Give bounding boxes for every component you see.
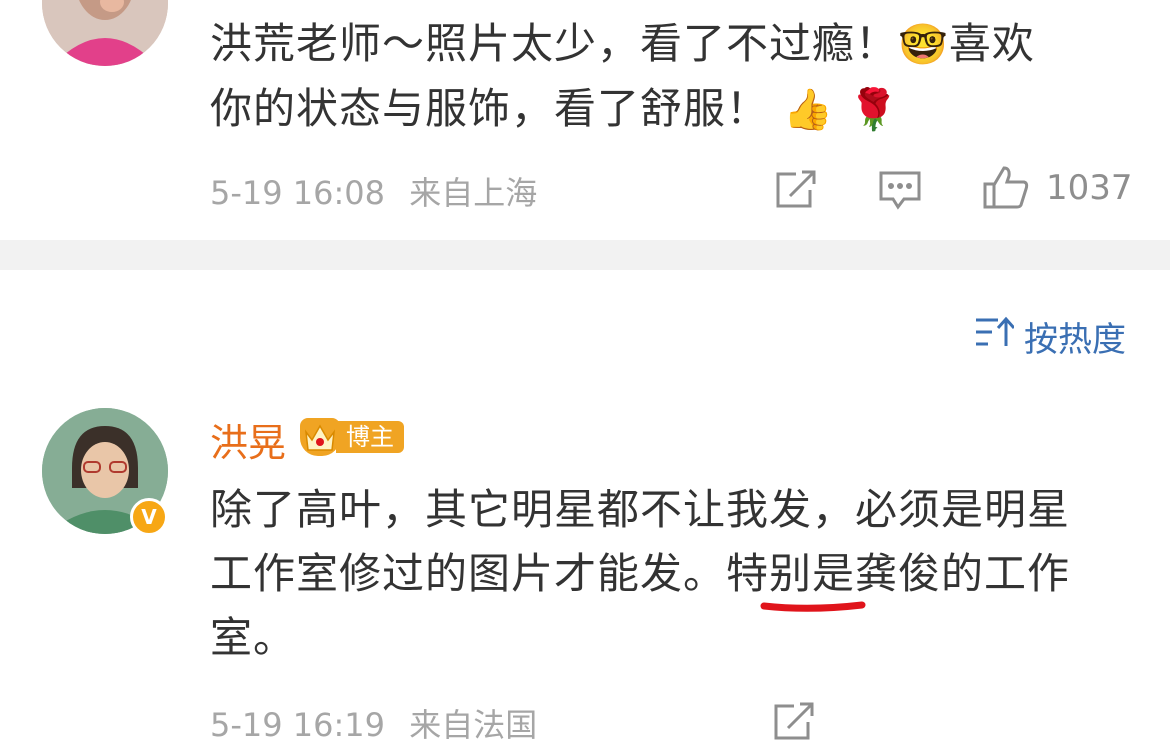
- sort-by-hot-button[interactable]: 按热度: [974, 312, 1126, 361]
- author-badge: 博主: [300, 418, 404, 456]
- avatar[interactable]: [42, 0, 168, 66]
- comment-location: 来自上海: [409, 174, 538, 212]
- crown-icon: [300, 418, 340, 456]
- author-name[interactable]: 洪晃: [210, 412, 286, 467]
- comment-text-part: 是龚俊的工作: [812, 549, 1071, 598]
- sort-icon: [974, 314, 1016, 359]
- comment-text-part: 洪荒老师～照片太少，看了不过瘾！: [210, 19, 899, 68]
- like-icon[interactable]: [982, 164, 1030, 214]
- thumbs-up-icon: 👍: [783, 87, 835, 133]
- comment-text: 洪荒老师～照片太少，看了不过瘾！🤓喜欢 你的状态与服饰，看了舒服！ 👍 🌹: [210, 12, 1130, 142]
- comment-location: 来自法国: [409, 706, 538, 744]
- comment-text-part: 室。: [210, 613, 297, 662]
- comment-text-part: 工作室修过的图片才能发。: [210, 549, 727, 598]
- share-icon[interactable]: [772, 700, 816, 746]
- comment-time: 5-19 16:08: [210, 174, 386, 212]
- comment-text-part: 你的状态与服饰，看了舒服！: [210, 84, 770, 133]
- red-underline-annotation: [760, 598, 866, 612]
- highlighted-text: 特别: [726, 549, 813, 598]
- share-icon[interactable]: [774, 168, 818, 214]
- comment-text: 除了高叶，其它明星都不让我发，必须是明星 工作室修过的图片才能发。特别是龚俊的工…: [210, 478, 1140, 670]
- comment-meta: 5-19 16:19 来自法国: [210, 700, 537, 746]
- comment-text-part: 除了高叶，其它明星都不让我发，必须是明星: [210, 485, 1071, 534]
- badge-label: 博主: [336, 421, 404, 453]
- nerd-face-icon: 🤓: [898, 22, 949, 68]
- like-count: 1037: [1046, 168, 1133, 208]
- rose-icon: 🌹: [848, 87, 900, 133]
- section-divider: [0, 240, 1170, 270]
- sort-label: 按热度: [1024, 320, 1126, 360]
- comment-meta: 5-19 16:08 来自上海: [210, 168, 537, 214]
- comment-text-part: 喜欢: [948, 19, 1035, 68]
- verified-icon: V: [130, 498, 168, 536]
- comment-icon[interactable]: [878, 170, 922, 214]
- comment-time: 5-19 16:19: [210, 706, 386, 744]
